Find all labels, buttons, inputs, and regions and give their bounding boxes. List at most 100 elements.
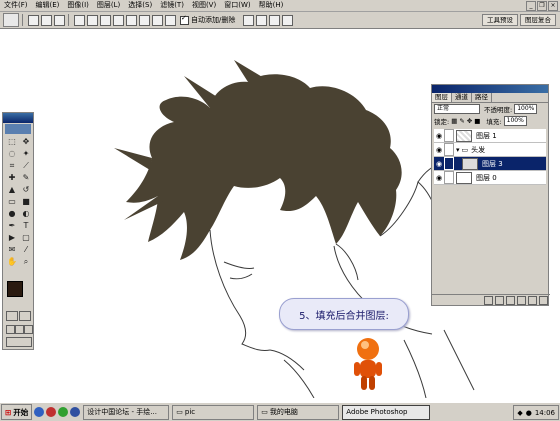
start-button[interactable]: ⊞ 开始: [1, 404, 33, 420]
menu-layer[interactable]: 图层(L): [93, 0, 124, 11]
eye-icon[interactable]: ◉: [434, 132, 444, 140]
layer-row-selected[interactable]: ◉ 图层 3: [434, 157, 546, 171]
link-slot[interactable]: [444, 171, 454, 184]
adjustment-layer-icon[interactable]: [517, 296, 526, 305]
menu-select[interactable]: 选择(S): [124, 0, 156, 11]
screen-mode-full-menu-icon[interactable]: [15, 325, 24, 334]
screen-mode-standard-icon[interactable]: [6, 325, 15, 334]
line-icon[interactable]: [152, 14, 163, 26]
path-select-tool-icon[interactable]: ▶: [6, 232, 18, 243]
quicklaunch-icon[interactable]: [58, 407, 69, 417]
expand-triangle-icon[interactable]: ▾: [456, 146, 460, 154]
polygon-icon[interactable]: [139, 14, 150, 26]
jump-to-imageready-icon[interactable]: [6, 337, 32, 347]
history-brush-tool-icon[interactable]: ↺: [20, 184, 32, 195]
tab-tool-presets[interactable]: 工具预设: [482, 14, 518, 26]
lock-pixels-icon[interactable]: ✎: [459, 117, 464, 125]
hand-tool-icon[interactable]: ✋: [6, 256, 18, 267]
lasso-tool-icon[interactable]: ◌: [6, 148, 18, 159]
notes-tool-icon[interactable]: ✉: [6, 244, 18, 255]
restore-button[interactable]: ❐: [537, 1, 547, 11]
tab-paths[interactable]: 路径: [472, 93, 492, 102]
zoom-tool-icon[interactable]: ⌕: [20, 256, 32, 267]
tab-channels[interactable]: 通道: [452, 93, 472, 102]
layer-style-icon[interactable]: [484, 296, 493, 305]
eyedropper-tool-icon[interactable]: ⁄: [20, 244, 32, 255]
auto-add-delete-checkbox[interactable]: [180, 14, 189, 25]
trash-icon[interactable]: [539, 296, 548, 305]
menu-help[interactable]: 帮助(H): [255, 0, 288, 11]
layers-panel-titlebar[interactable]: [432, 85, 548, 93]
standard-mode-icon[interactable]: [6, 311, 18, 321]
rectangle-icon[interactable]: [100, 14, 111, 26]
task-button-pic[interactable]: ▭ pic: [172, 404, 255, 420]
menu-file[interactable]: 文件(F): [0, 0, 32, 11]
paths-icon[interactable]: [41, 14, 52, 26]
task-button-my-computer[interactable]: ▭ 我的电脑: [257, 404, 340, 420]
marquee-tool-icon[interactable]: ⬚: [6, 136, 18, 147]
move-tool-icon[interactable]: ✥: [20, 136, 32, 147]
layer-mask-icon[interactable]: [495, 296, 504, 305]
blend-mode-select[interactable]: 正常: [434, 104, 480, 114]
tab-layers[interactable]: 图层: [432, 93, 452, 102]
menu-edit[interactable]: 编辑(E): [32, 0, 64, 11]
quicklaunch-ie-icon[interactable]: [34, 407, 45, 417]
minimize-button[interactable]: _: [526, 1, 536, 11]
layer-group-row[interactable]: ◉ ▾ ▭ 头发: [434, 143, 546, 157]
path-subtract-icon[interactable]: [256, 14, 268, 26]
eye-icon[interactable]: ◉: [434, 146, 444, 154]
fill-pixels-icon[interactable]: [54, 14, 65, 26]
pen-icon[interactable]: [74, 14, 85, 26]
type-tool-icon[interactable]: T: [20, 220, 32, 231]
lock-transparent-icon[interactable]: ▦: [451, 117, 457, 125]
new-layer-icon[interactable]: [528, 296, 537, 305]
link-slot[interactable]: [444, 129, 454, 142]
task-button-photoshop[interactable]: Adobe Photoshop: [342, 404, 431, 420]
close-button[interactable]: ×: [548, 1, 558, 11]
eraser-tool-icon[interactable]: ▭: [6, 196, 18, 207]
tray-icon[interactable]: ●: [526, 409, 532, 417]
fill-input[interactable]: 100%: [503, 116, 527, 126]
blur-tool-icon[interactable]: ●: [6, 208, 18, 219]
quick-mask-icon[interactable]: [19, 311, 31, 321]
stamp-tool-icon[interactable]: ▲: [6, 184, 18, 195]
gradient-tool-icon[interactable]: ■: [20, 196, 32, 207]
magic-wand-tool-icon[interactable]: ✦: [20, 148, 32, 159]
menu-window[interactable]: 窗口(W): [220, 0, 254, 11]
pen-tool-preset-icon[interactable]: [3, 13, 19, 27]
custom-shape-icon[interactable]: [165, 14, 176, 26]
menu-image[interactable]: 图像(I): [63, 0, 93, 11]
rounded-rectangle-icon[interactable]: [113, 14, 124, 26]
path-exclude-icon[interactable]: [282, 14, 294, 26]
photoshop-feather-icon[interactable]: [5, 124, 31, 134]
shape-layers-icon[interactable]: [28, 14, 39, 26]
screen-mode-full-icon[interactable]: [24, 325, 33, 334]
lock-all-icon[interactable]: ■: [474, 117, 480, 125]
ellipse-icon[interactable]: [126, 14, 137, 26]
path-combine-icon[interactable]: [243, 14, 255, 26]
quicklaunch-icon[interactable]: [46, 407, 57, 417]
new-group-icon[interactable]: [506, 296, 515, 305]
foreground-color-swatch[interactable]: [7, 281, 23, 297]
quicklaunch-icon[interactable]: [70, 407, 81, 417]
tab-layer-comps[interactable]: 图层复合: [520, 14, 556, 26]
menu-filter[interactable]: 滤镜(T): [156, 0, 188, 11]
link-slot[interactable]: [444, 143, 454, 156]
layer-row[interactable]: ◉ 图层 0: [434, 171, 546, 185]
toolbox-titlebar[interactable]: [3, 113, 33, 123]
slice-tool-icon[interactable]: ⟋: [20, 160, 32, 171]
pen-tool-icon[interactable]: ✒: [6, 220, 18, 231]
opacity-input[interactable]: 100%: [514, 104, 538, 114]
crop-tool-icon[interactable]: ⌗: [6, 160, 18, 171]
brush-tool-icon[interactable]: ✎: [20, 172, 32, 183]
lock-position-icon[interactable]: ✥: [467, 117, 472, 125]
path-intersect-icon[interactable]: [269, 14, 281, 26]
task-button-forum[interactable]: 设计中国论坛 - 手绘...: [83, 404, 170, 420]
tray-icon[interactable]: ◆: [517, 409, 522, 417]
layer-row[interactable]: ◉ 图层 1: [434, 129, 546, 143]
menu-view[interactable]: 视图(V): [188, 0, 220, 11]
clock[interactable]: 14:06: [535, 409, 555, 417]
eye-icon[interactable]: ◉: [434, 160, 444, 168]
freeform-pen-icon[interactable]: [87, 14, 98, 26]
shape-tool-icon[interactable]: ▢: [20, 232, 32, 243]
